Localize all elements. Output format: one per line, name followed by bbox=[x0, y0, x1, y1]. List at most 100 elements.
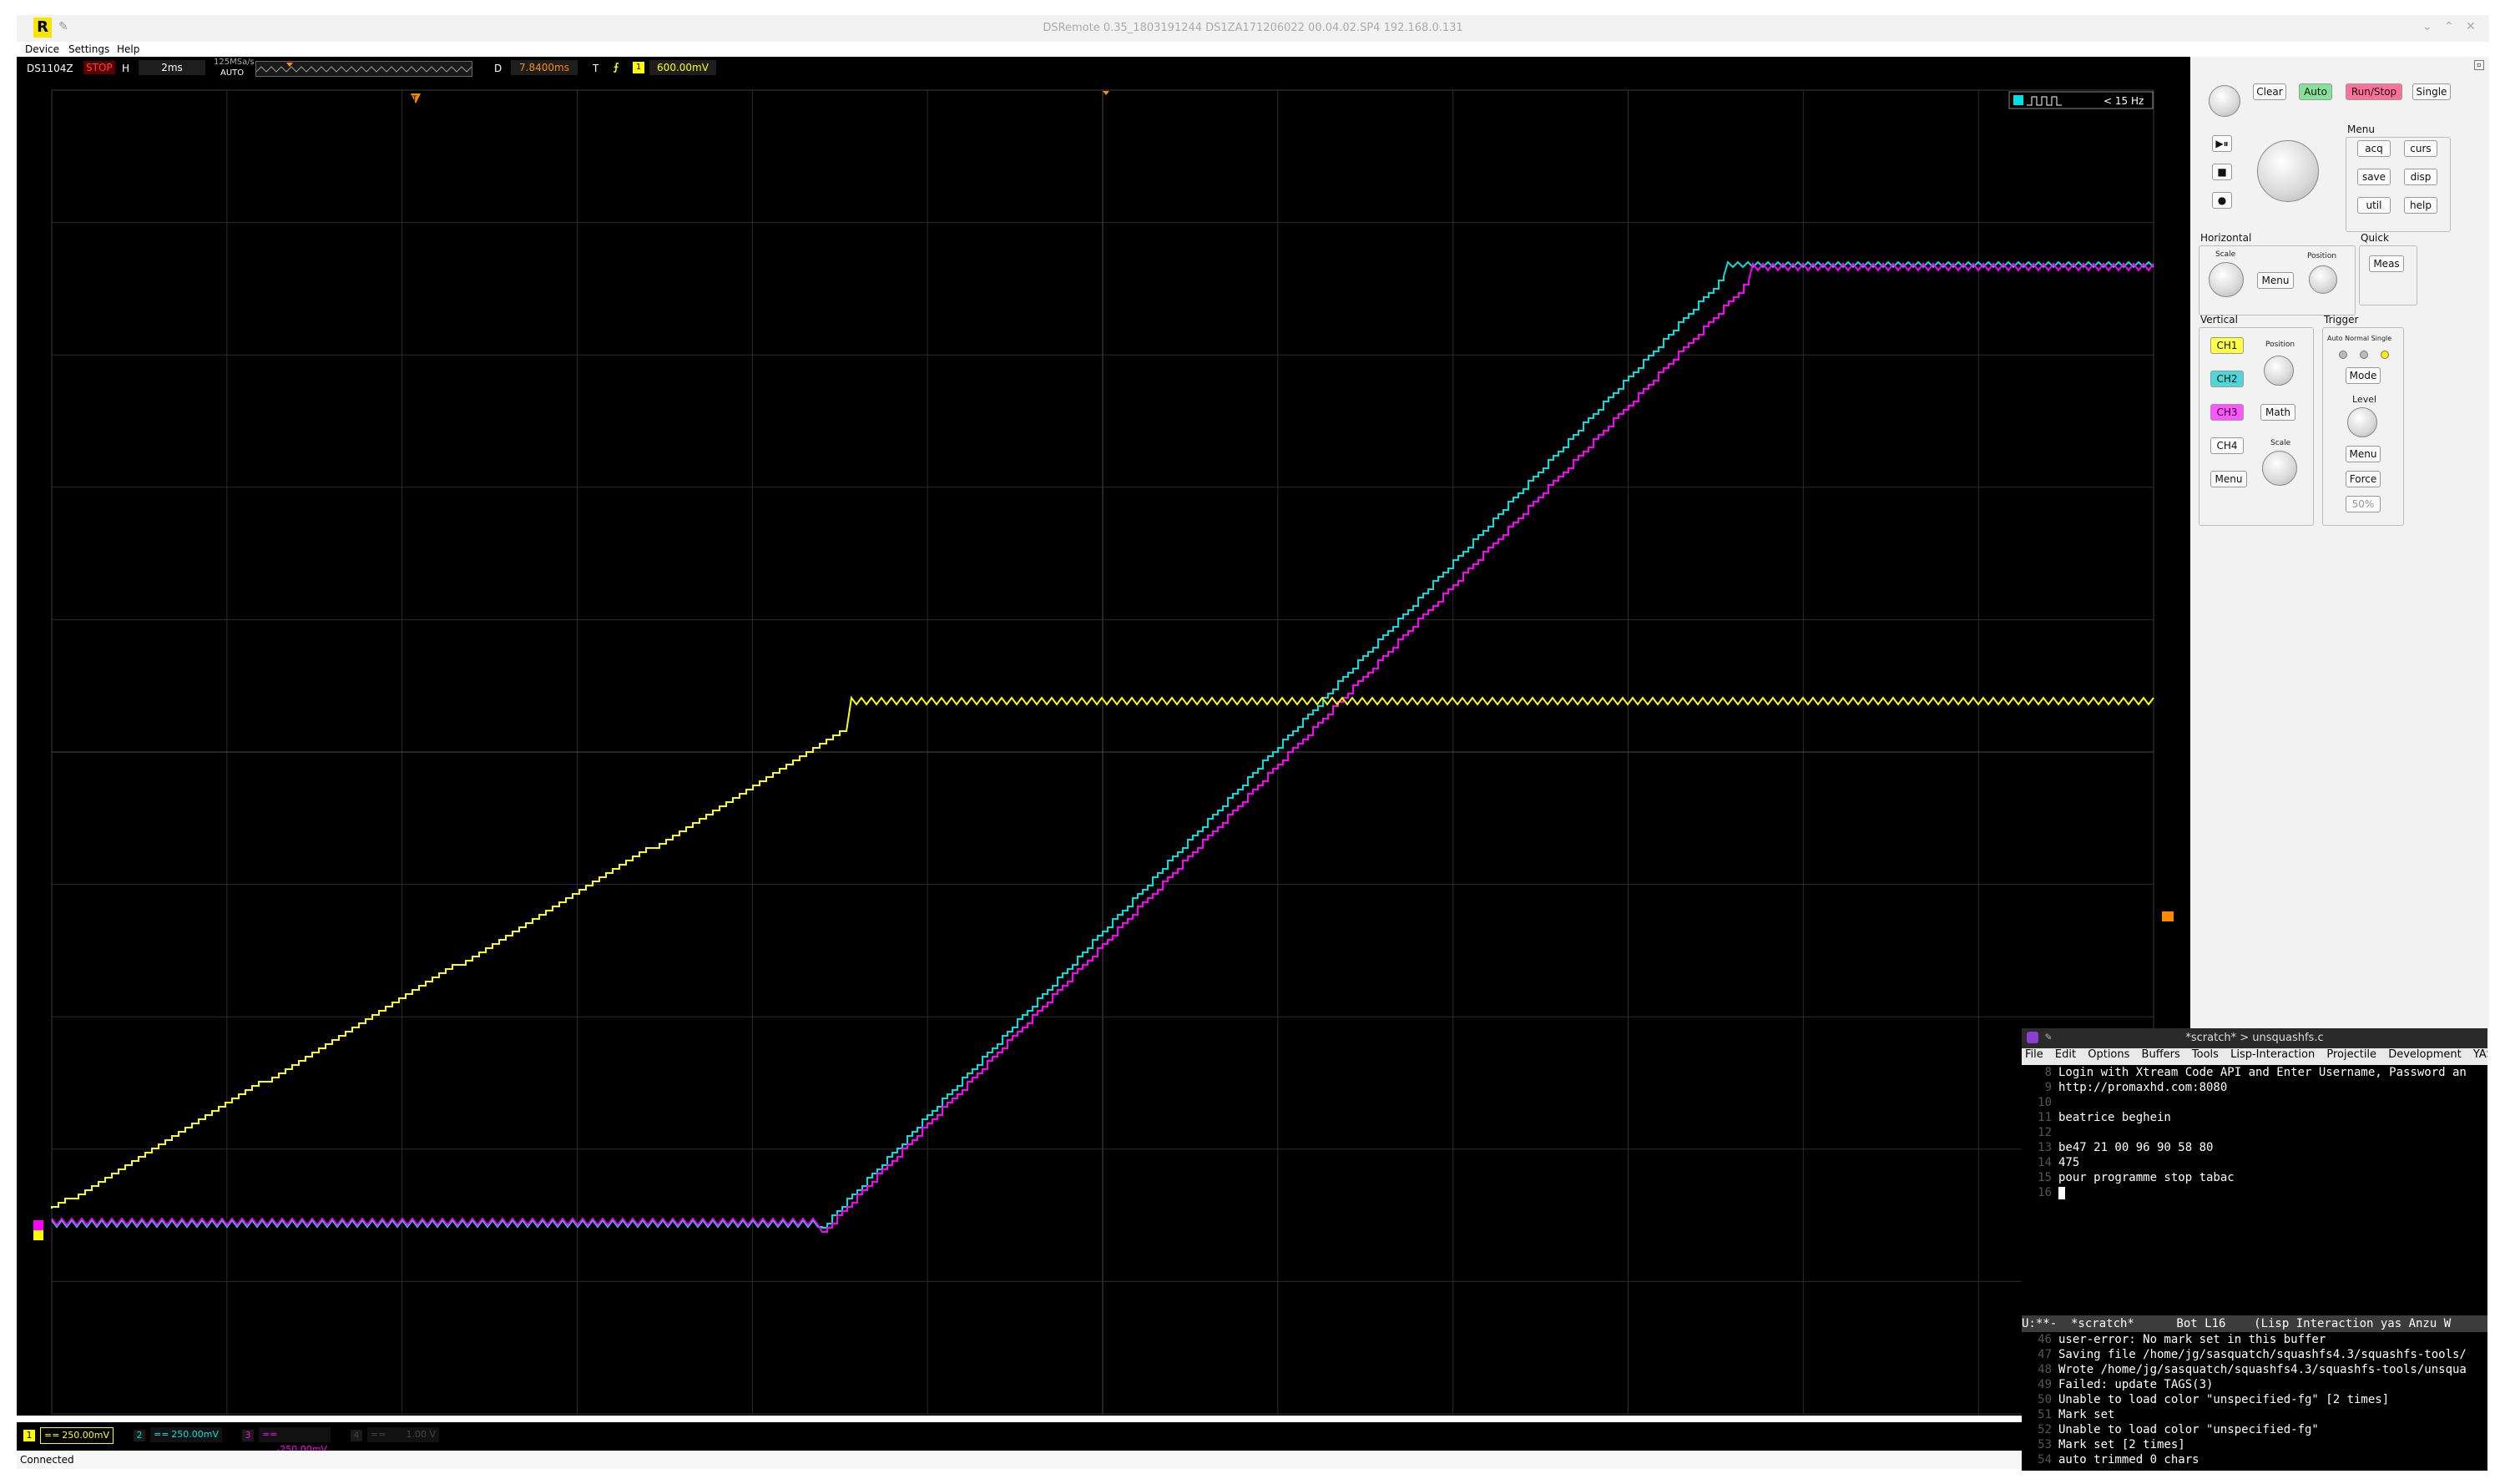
trigger-edge-icon: ⨍ bbox=[613, 61, 619, 73]
connection-status: Connected bbox=[20, 1454, 74, 1466]
vertical-scale-knob[interactable] bbox=[2262, 451, 2297, 486]
horizontal-position-knob[interactable] bbox=[2309, 265, 2337, 294]
emacs-menu-yasnippet[interactable]: YASnippet bbox=[2473, 1048, 2487, 1061]
horizontal-scale-label: Scale bbox=[2215, 250, 2236, 259]
emacs-title: *scratch* > unsquashfs.c bbox=[2185, 1032, 2324, 1044]
math-button[interactable]: Math bbox=[2260, 404, 2295, 421]
model-label: DS1104Z bbox=[27, 63, 73, 74]
code-line[interactable]: 10 bbox=[2022, 1095, 2058, 1110]
ch3-offset-marker[interactable] bbox=[33, 1220, 43, 1230]
trigger-level-label: Level bbox=[2352, 394, 2377, 405]
line-number: 15 bbox=[2038, 1171, 2052, 1184]
minimize-icon[interactable]: ⌄ bbox=[2422, 20, 2432, 33]
ch2-button[interactable]: CH2 bbox=[2210, 371, 2244, 387]
close-icon[interactable]: ✕ bbox=[2466, 20, 2476, 33]
single-button[interactable]: Single bbox=[2412, 83, 2451, 100]
maximize-icon[interactable]: ⌃ bbox=[2444, 20, 2454, 33]
window-titlebar: R ✎ DSRemote 0.35_1803191244 DS1ZA171206… bbox=[17, 15, 2489, 42]
run-stop-button[interactable]: Run/Stop bbox=[2346, 83, 2402, 100]
horizontal-menu-button[interactable]: Menu bbox=[2257, 272, 2294, 289]
scope-display[interactable]: T < 15 Hz bbox=[17, 80, 2190, 1416]
acq-button[interactable]: acq bbox=[2357, 140, 2391, 157]
code-line[interactable]: 9 http://promaxhd.com:8080 bbox=[2022, 1080, 2228, 1095]
trigger-channel-badge: 1 bbox=[633, 62, 644, 73]
line-number: 53 bbox=[2038, 1438, 2052, 1451]
memory-trigger-marker bbox=[286, 63, 293, 67]
emacs-menu-lisp-interaction[interactable]: Lisp-Interaction bbox=[2230, 1048, 2315, 1061]
channel-settings-strip: 1 == 250.00mV 2 == 250.00mV 3 == -250.00… bbox=[17, 1422, 2190, 1455]
stop-button[interactable]: ■ bbox=[2212, 164, 2232, 180]
waveform-canvas[interactable]: T < 15 Hz bbox=[17, 80, 2190, 1416]
play-pause-button[interactable]: ▶⏸ bbox=[2212, 135, 2232, 152]
code-line[interactable]: 8 Login with Xtream Code API and Enter Us… bbox=[2022, 1065, 2467, 1080]
meas-button[interactable]: Meas bbox=[2369, 255, 2404, 272]
emacs-menu-edit[interactable]: Edit bbox=[2055, 1048, 2076, 1061]
acq-mode: AUTO bbox=[220, 68, 245, 78]
code-line[interactable]: 14 475 bbox=[2022, 1155, 2079, 1170]
code-line[interactable]: 13 be47 21 00 96 90 58 80 bbox=[2022, 1140, 2213, 1155]
emacs-menu-tools[interactable]: Tools bbox=[2192, 1048, 2219, 1061]
emacs-menu-file[interactable]: File bbox=[2025, 1048, 2043, 1061]
horizontal-scale-knob[interactable] bbox=[2209, 262, 2244, 297]
vertical-menu-button[interactable]: Menu bbox=[2210, 471, 2247, 487]
multipurpose-knob[interactable] bbox=[2209, 85, 2240, 117]
ch3-badge[interactable]: 3 bbox=[242, 1430, 254, 1441]
trigger-modes-label: Auto Normal Single bbox=[2327, 335, 2392, 342]
clear-button[interactable]: Clear bbox=[2253, 83, 2286, 100]
force-button[interactable]: Force bbox=[2346, 471, 2381, 487]
emacs-menu-buffers[interactable]: Buffers bbox=[2142, 1048, 2180, 1061]
code-line[interactable]: 11 beatrice beghein bbox=[2022, 1110, 2171, 1125]
menu-help[interactable]: Help bbox=[117, 43, 139, 55]
trigger-auto-indicator bbox=[2339, 351, 2347, 359]
trigger-menu-button[interactable]: Menu bbox=[2346, 446, 2381, 462]
util-button[interactable]: util bbox=[2357, 197, 2391, 214]
message-line: 50 Unable to load color "unspecified-fg" … bbox=[2022, 1392, 2389, 1407]
trigger-level-marker[interactable] bbox=[2162, 911, 2174, 921]
ch4-button[interactable]: CH4 bbox=[2210, 437, 2244, 454]
ch2-coupling: == bbox=[154, 1429, 169, 1440]
ch1-button[interactable]: CH1 bbox=[2210, 337, 2244, 354]
window-title: DSRemote 0.35_1803191244 DS1ZA171206022 … bbox=[1043, 22, 1463, 34]
line-number: 50 bbox=[2038, 1393, 2052, 1406]
save-button[interactable]: save bbox=[2357, 169, 2391, 185]
line-text: http://promaxhd.com:8080 bbox=[2058, 1081, 2228, 1094]
navigate-knob[interactable] bbox=[2257, 140, 2319, 202]
trigger-mode-button[interactable]: Mode bbox=[2346, 367, 2381, 384]
code-line[interactable]: 16 bbox=[2022, 1185, 2058, 1200]
code-line[interactable]: 15 pour programme stop tabac bbox=[2022, 1170, 2235, 1185]
ch4-badge[interactable]: 4 bbox=[351, 1430, 362, 1441]
emacs-menu-projectile[interactable]: Projectile bbox=[2326, 1048, 2376, 1061]
ch1-offset-marker[interactable] bbox=[33, 1230, 43, 1240]
menu-bar: Device Settings Help bbox=[17, 42, 2190, 57]
code-line[interactable]: 12 bbox=[2022, 1125, 2058, 1140]
panel-float-icon[interactable]: ▫ bbox=[2474, 60, 2484, 70]
message-line: 52 Unable to load color "unspecified-fg" bbox=[2022, 1422, 2319, 1437]
emacs-menu-options[interactable]: Options bbox=[2088, 1048, 2129, 1061]
message-text: Failed: update TAGS(3) bbox=[2058, 1378, 2214, 1391]
line-text: pour programme stop tabac bbox=[2058, 1171, 2235, 1184]
ch2-scale-box[interactable]: == 250.00mV bbox=[150, 1427, 222, 1442]
ch3-button[interactable]: CH3 bbox=[2210, 404, 2244, 421]
line-number: 8 bbox=[2044, 1066, 2052, 1079]
emacs-menu-development[interactable]: Development bbox=[2388, 1048, 2462, 1061]
horizontal-label: H bbox=[122, 63, 130, 74]
emacs-window[interactable]: ✎ *scratch* > unsquashfs.c File Edit Opt… bbox=[2022, 1028, 2487, 1471]
record-button[interactable]: ● bbox=[2212, 192, 2232, 209]
vertical-position-knob[interactable] bbox=[2264, 356, 2294, 386]
auto-button[interactable]: Auto bbox=[2299, 83, 2332, 100]
trigger-level-knob[interactable] bbox=[2347, 407, 2377, 437]
ch1-badge[interactable]: 1 bbox=[23, 1430, 35, 1441]
ch1-scale-box[interactable]: == 250.00mV bbox=[40, 1427, 114, 1444]
line-number: 52 bbox=[2038, 1423, 2052, 1436]
help-button[interactable]: help bbox=[2404, 197, 2437, 214]
curs-button[interactable]: curs bbox=[2404, 140, 2437, 157]
trigger-level-value: 600.00mV bbox=[649, 60, 716, 75]
menu-device[interactable]: Device bbox=[25, 43, 59, 55]
ch4-scale-box[interactable]: == 1.00 V bbox=[367, 1427, 439, 1442]
fifty-percent-button[interactable]: 50% bbox=[2346, 496, 2381, 512]
disp-button[interactable]: disp bbox=[2404, 169, 2437, 185]
menu-settings[interactable]: Settings bbox=[68, 43, 109, 55]
ch3-scale-box[interactable]: == -250.00mV bbox=[259, 1427, 331, 1455]
ch2-badge[interactable]: 2 bbox=[134, 1430, 145, 1441]
emacs-modeline: U:**- *scratch* Bot L16 (Lisp Interactio… bbox=[2022, 1315, 2487, 1332]
